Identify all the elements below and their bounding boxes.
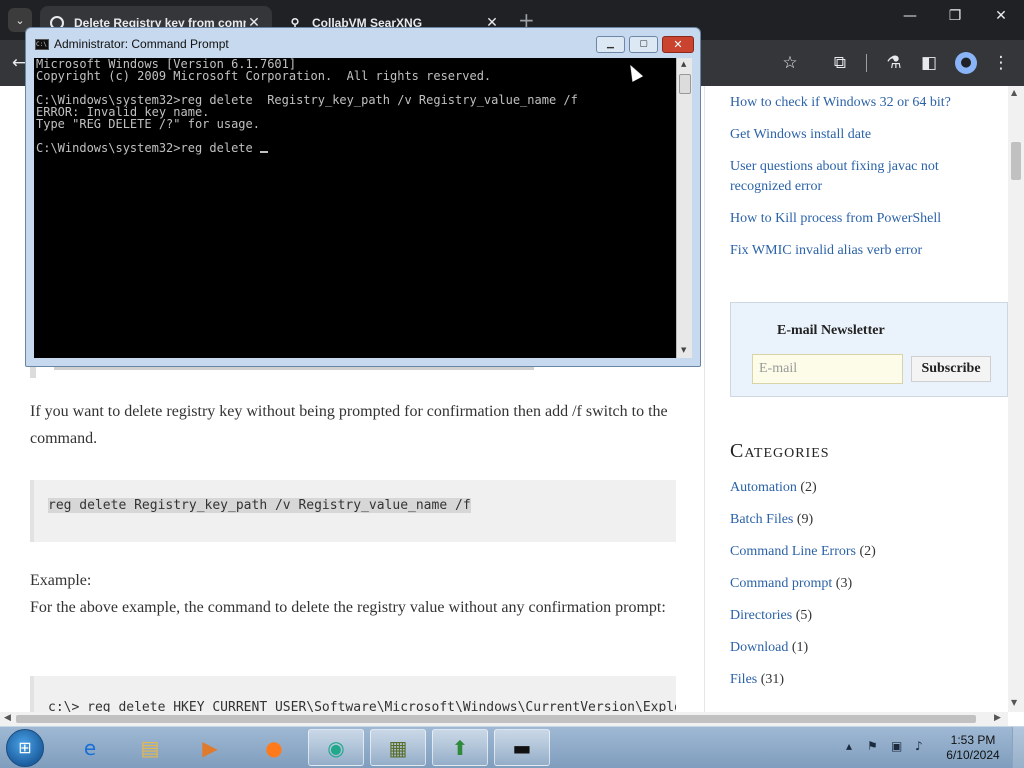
category-count: (2) [800, 480, 817, 495]
toolbar-separator [866, 54, 867, 72]
labs-flask-icon[interactable]: ⚗ [883, 52, 905, 74]
category-link[interactable]: Automation (2) [730, 478, 817, 498]
category-name[interactable]: Command Line Errors [730, 544, 856, 559]
volume-muted-icon[interactable]: ♪ [915, 739, 923, 753]
column-divider [704, 86, 705, 712]
category-count: (1) [791, 640, 809, 655]
category-link[interactable]: Download (1) [730, 638, 808, 658]
article-paragraph: For the above example, the command to de… [30, 599, 666, 616]
scrollbar-thumb[interactable] [679, 74, 691, 94]
browser-minimize-icon[interactable]: — [895, 8, 925, 24]
clock-date: 6/10/2024 [946, 748, 1000, 762]
categories-heading: Categories [730, 440, 830, 462]
firefox-icon[interactable]: ● [246, 729, 302, 766]
command-prompt-taskbar-icon[interactable]: ▬ [494, 729, 550, 766]
cmd-close-button[interactable]: ✕ [662, 36, 694, 53]
category-link[interactable]: Batch Files (9) [730, 510, 813, 530]
file-explorer-icon[interactable]: ▤ [122, 729, 178, 766]
action-center-flag-icon[interactable]: ⚑ [867, 739, 878, 753]
category-count: (31) [760, 672, 785, 687]
cmd-minimize-button[interactable]: ▁ [596, 36, 625, 53]
profile-avatar-icon[interactable]: ● [955, 52, 977, 74]
category-count: (9) [796, 512, 814, 527]
start-button[interactable]: ⊞ [6, 729, 44, 767]
category-name[interactable]: Files [730, 672, 757, 687]
code-block: c:\> reg delete HKEY_CURRENT_USER\Softwa… [30, 676, 676, 712]
sidebar-link[interactable]: How to Kill process from PowerShell [730, 209, 990, 229]
bookmark-star-icon[interactable]: ☆ [779, 52, 801, 74]
console-prompt: C:\Windows\system32>reg delete [36, 141, 260, 155]
newsletter-title: E-mail Newsletter [777, 323, 885, 338]
category-name[interactable]: Automation [730, 480, 797, 495]
category-count: (3) [835, 576, 853, 591]
tray-expand-icon[interactable]: ▴ [846, 739, 852, 753]
windows-taskbar: ⊞ e ▤ ▶ ● ◉ ▦ ⬆ ▬ ▴ ⚑ ▣ ♪ 1:53 PM 6/10/2… [0, 726, 1024, 768]
cmd-window-icon[interactable]: C:\ [35, 39, 49, 50]
category-count: (5) [795, 608, 813, 623]
browser-restore-icon[interactable]: ❐ [940, 8, 970, 24]
code-block: reg delete Registry_key_path /v Registry… [30, 480, 676, 542]
category-link[interactable]: Files (31) [730, 670, 784, 690]
scroll-down-icon[interactable]: ▼ [1011, 698, 1017, 707]
clock-time: 1:53 PM [950, 733, 996, 747]
category-name[interactable]: Directories [730, 608, 792, 623]
side-panel-icon[interactable]: ◧ [918, 52, 940, 74]
code-text[interactable]: c:\> reg delete HKEY_CURRENT_USER\Softwa… [48, 700, 676, 712]
taskbar-clock[interactable]: 1:53 PM 6/10/2024 [942, 733, 1004, 763]
app-taskbar-icon[interactable]: ⬆ [432, 729, 488, 766]
network-icon[interactable]: ▣ [891, 739, 902, 753]
scroll-up-icon[interactable]: ▲ [681, 60, 686, 68]
scroll-left-icon[interactable]: ◀ [4, 713, 11, 723]
sidebar-link[interactable]: Get Windows install date [730, 125, 990, 145]
cmd-maximize-button[interactable]: ▢ [629, 36, 658, 53]
category-name[interactable]: Batch Files [730, 512, 793, 527]
media-player-icon[interactable]: ▶ [182, 729, 238, 766]
browser-close-icon[interactable]: ✕ [986, 8, 1016, 24]
command-prompt-window[interactable]: C:\ Administrator: Command Prompt ▁ ▢ ✕ … [25, 27, 701, 367]
email-input[interactable]: E-mail [752, 354, 903, 384]
category-link[interactable]: Command prompt (3) [730, 574, 852, 594]
code-text[interactable]: reg delete Registry_key_path /v Registry… [48, 498, 471, 513]
console-input-line[interactable]: C:\Windows\system32>reg delete [36, 142, 676, 154]
extensions-icon[interactable]: ⧉ [829, 52, 851, 74]
internet-explorer-icon[interactable]: e [62, 729, 118, 766]
category-link[interactable]: Command Line Errors (2) [730, 542, 876, 562]
console-line: Copyright (c) 2009 Microsoft Corporation… [36, 69, 492, 83]
scrollbar-thumb[interactable] [1011, 142, 1021, 180]
scroll-up-icon[interactable]: ▲ [1011, 88, 1017, 97]
show-desktop-button[interactable] [1012, 727, 1024, 768]
category-count: (2) [859, 544, 876, 559]
category-name[interactable]: Command prompt [730, 576, 832, 591]
category-name[interactable]: Download [730, 640, 788, 655]
sidebar-link[interactable]: Fix WMIC invalid alias verb error [730, 241, 990, 261]
app-taskbar-icon[interactable]: ▦ [370, 729, 426, 766]
page-horizontal-scrollbar[interactable]: ◀ ▶ [0, 712, 1008, 726]
sidebar-link[interactable]: How to check if Windows 32 or 64 bit? [730, 93, 990, 113]
category-link[interactable]: Directories (5) [730, 606, 812, 626]
sidebar-link[interactable]: User questions about fixing javac not re… [730, 157, 980, 197]
cmd-vertical-scrollbar[interactable]: ▲ ▼ [676, 58, 692, 358]
browser-menu-icon[interactable]: ⋮ [990, 52, 1012, 74]
text-cursor [259, 151, 268, 153]
subscribe-button[interactable]: Subscribe [911, 356, 991, 382]
page-vertical-scrollbar[interactable]: ▲ ▼ [1008, 86, 1024, 712]
scroll-down-icon[interactable]: ▼ [681, 346, 686, 354]
newsletter-widget: E-mail Newsletter E-mail Subscribe [730, 302, 1008, 397]
scrollbar-thumb[interactable] [16, 715, 976, 723]
cmd-window-title: Administrator: Command Prompt [54, 37, 229, 51]
scroll-right-icon[interactable]: ▶ [994, 713, 1001, 723]
browser-taskbar-icon[interactable]: ◉ [308, 729, 364, 766]
article-paragraph: If you want to delete registry key witho… [30, 403, 668, 447]
cmd-console-area[interactable]: Microsoft Windows [Version 6.1.7601] Cop… [34, 58, 676, 358]
example-label: Example: [30, 572, 92, 589]
console-line: Type "REG DELETE /?" for usage. [36, 117, 260, 131]
